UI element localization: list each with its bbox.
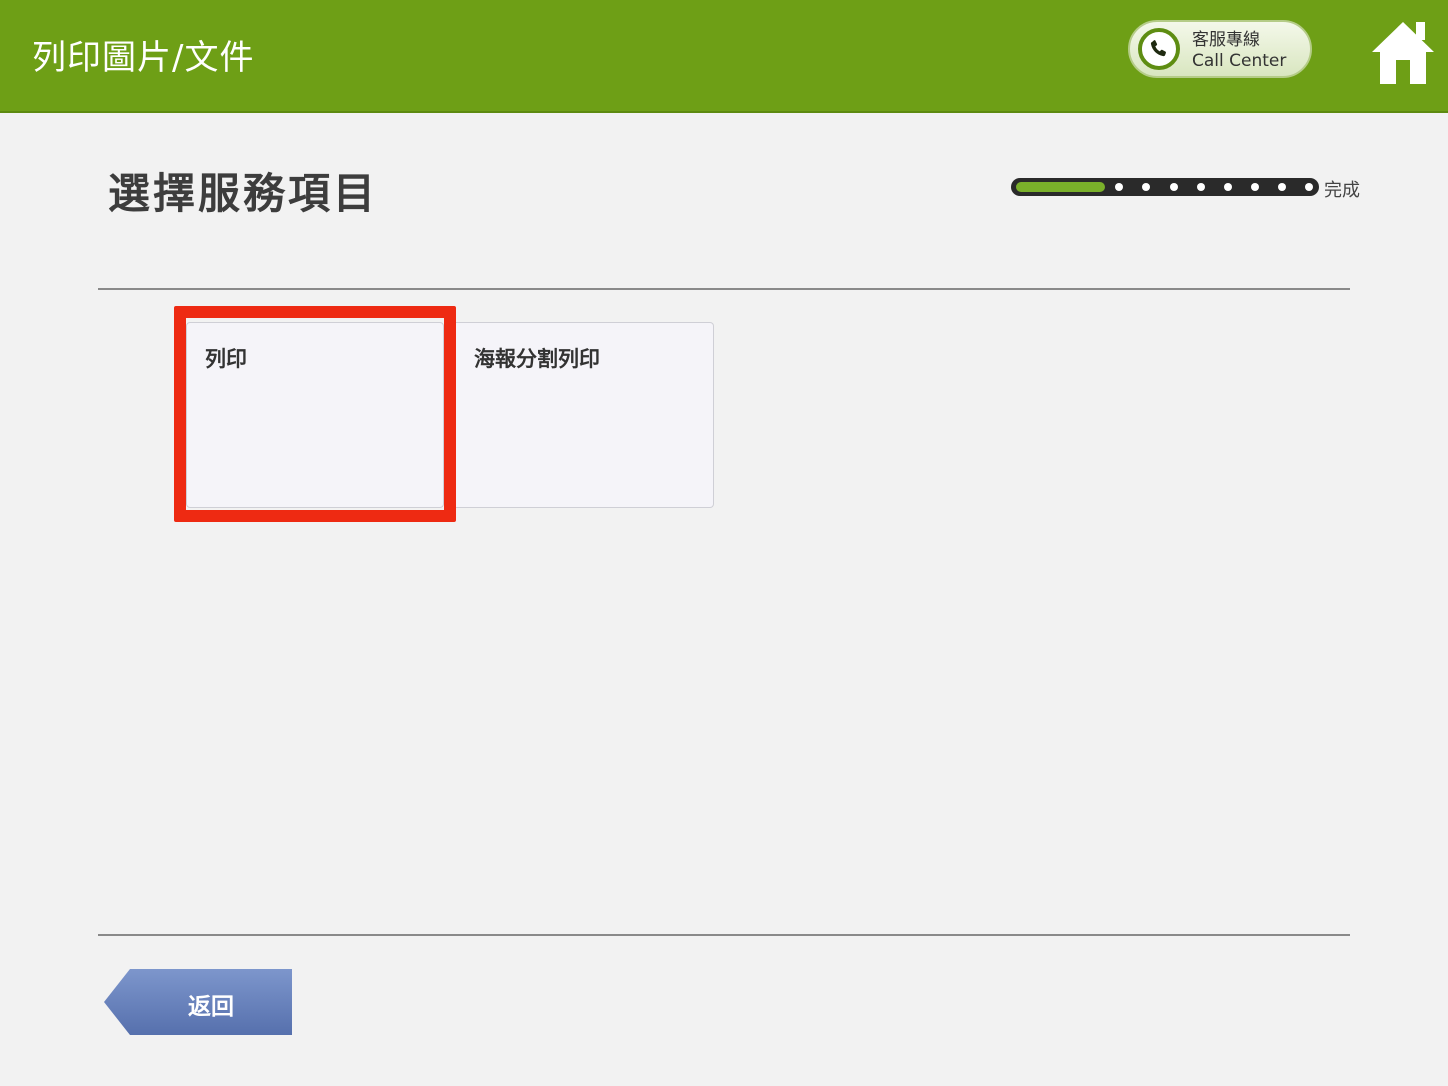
call-center-label-en: Call Center [1192, 51, 1287, 71]
home-button[interactable] [1370, 18, 1436, 88]
call-center-button[interactable]: 客服專線 Call Center [1128, 20, 1312, 78]
service-card-label: 列印 [205, 347, 247, 371]
back-button[interactable]: 返回 [104, 969, 292, 1035]
progress-step-dot [1251, 183, 1259, 191]
call-center-text: 客服專線 Call Center [1192, 30, 1286, 72]
progress-bar [1011, 178, 1319, 196]
service-card-print[interactable]: 列印 [186, 322, 444, 508]
call-center-label-zh: 客服專線 [1192, 30, 1260, 50]
service-card-poster-print[interactable]: 海報分割列印 [456, 322, 714, 508]
page: 列印圖片/文件 客服專線 Call Center 選擇服務項目 完成 列印 海報… [0, 0, 1448, 1086]
header-bar: 列印圖片/文件 客服專線 Call Center [0, 0, 1448, 113]
top-divider [98, 288, 1350, 290]
progress-step-dot [1197, 183, 1205, 191]
progress-step-dot [1224, 183, 1232, 191]
progress-step-dot [1305, 183, 1313, 191]
progress-label: 完成 [1324, 180, 1360, 201]
phone-icon [1138, 28, 1180, 70]
back-button-label: 返回 [188, 994, 234, 1020]
bottom-divider [98, 934, 1350, 936]
service-card-label: 海報分割列印 [474, 347, 600, 371]
progress-step-dot [1278, 183, 1286, 191]
progress-bar-fill [1016, 182, 1105, 192]
progress-step-dot [1170, 183, 1178, 191]
progress-step-dot [1142, 183, 1150, 191]
page-header-title: 列印圖片/文件 [32, 38, 255, 78]
home-icon [1372, 22, 1434, 84]
page-title: 選擇服務項目 [108, 169, 379, 218]
progress-step-dot [1115, 183, 1123, 191]
